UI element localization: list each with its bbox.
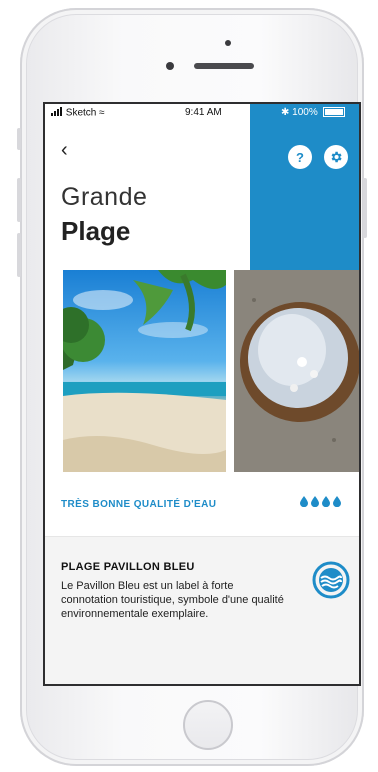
- water-quality-rating: [300, 496, 341, 507]
- mute-switch: [17, 128, 21, 150]
- tropical-beach-photo[interactable]: [63, 270, 226, 472]
- water-quality-label: TRÈS BONNE QUALITÉ D'EAU: [61, 499, 217, 510]
- signal-icon: [51, 107, 63, 119]
- page-title-line2: Plage: [61, 216, 131, 246]
- carrier-name: Sketch: [65, 107, 97, 119]
- blue-flag-card: PLAGE PAVILLON BLEU Le Pavillon Bleu est…: [45, 537, 359, 684]
- water-drop-icon: [311, 496, 319, 507]
- status-bar: Sketch ≈ 9:41 AM ✱ 100%: [45, 104, 359, 122]
- power-button: [363, 178, 367, 238]
- battery-icon: [322, 107, 345, 118]
- battery-percent: 100%: [292, 107, 318, 118]
- proximity-sensor: [225, 40, 231, 46]
- home-button[interactable]: [183, 700, 233, 750]
- status-time: 9:41 AM: [185, 107, 222, 118]
- water-drop-icon: [322, 496, 330, 507]
- beach-illustration: [63, 270, 226, 472]
- info-button[interactable]: ?: [288, 145, 312, 169]
- pearl-oyster-photo[interactable]: [234, 270, 359, 472]
- page-title-line1: Grande: [61, 183, 148, 211]
- blue-flag-title: PLAGE PAVILLON BLEU: [61, 561, 195, 573]
- info-icon: ?: [296, 149, 304, 165]
- blue-flag-icon: [312, 561, 350, 599]
- chevron-left-icon[interactable]: ‹: [61, 140, 68, 160]
- bluetooth-icon: ✱: [281, 107, 290, 118]
- volume-down-button: [17, 233, 21, 277]
- header-accent-panel: [250, 104, 359, 272]
- volume-up-button: [17, 178, 21, 222]
- front-camera: [166, 62, 174, 70]
- app-screen: Sketch ≈ 9:41 AM ✱ 100% ‹ ? Grande Plage: [43, 102, 361, 686]
- oyster-illustration: [234, 270, 359, 472]
- earpiece-speaker: [194, 63, 254, 69]
- settings-button[interactable]: [324, 145, 348, 169]
- gear-icon: [331, 151, 342, 163]
- status-battery: ✱ 100%: [281, 107, 345, 118]
- blue-flag-description: Le Pavillon Bleu est un label à forte co…: [61, 580, 284, 620]
- status-carrier: Sketch ≈: [51, 107, 105, 119]
- water-drop-icon: [333, 496, 341, 507]
- water-drop-icon: [300, 496, 308, 507]
- wifi-icon: ≈: [99, 107, 105, 119]
